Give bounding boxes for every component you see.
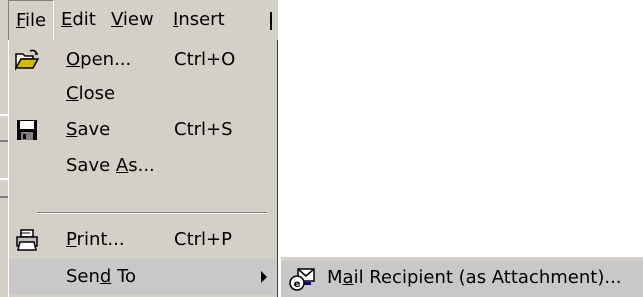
mail-envelope-icon: e: [289, 268, 315, 291]
menu-bar-cutoff: [270, 12, 272, 30]
open-mnemonic: O: [66, 49, 81, 70]
menu-item-save[interactable]: Save Ctrl+S: [9, 112, 277, 148]
menu-item-open[interactable]: Open... Ctrl+O: [9, 42, 277, 78]
send-to-label-pre: Sen: [66, 266, 100, 287]
open-shortcut: Ctrl+O: [174, 49, 236, 70]
save-as-mnemonic: A: [115, 155, 129, 176]
menu-file-label: ile: [25, 10, 47, 31]
send-to-label: To: [111, 266, 137, 287]
menu-insert[interactable]: Insert: [166, 0, 232, 40]
menu-file[interactable]: File: [8, 0, 55, 40]
send-to-submenu: e Mail Recipient (as Attachment)...: [280, 256, 643, 297]
menu-edit-label: dit: [72, 9, 96, 30]
close-label: lose: [78, 83, 116, 104]
file-menu-dropdown: Open... Ctrl+O Close Save Ctrl+S Save As…: [8, 40, 278, 297]
floppy-disk-icon: [17, 120, 37, 140]
print-mnemonic: P: [66, 229, 77, 250]
menu-item-print[interactable]: Print... Ctrl+P: [9, 222, 277, 258]
save-mnemonic: S: [66, 119, 78, 140]
menu-edit-mnemonic: E: [61, 9, 73, 30]
menu-item-send-to[interactable]: Send To: [9, 259, 277, 295]
mail-recipient-label: il Recipient (as Attachment)...: [353, 267, 622, 288]
close-mnemonic: C: [66, 83, 79, 104]
submenu-item-mail-recipient[interactable]: e Mail Recipient (as Attachment)...: [281, 261, 643, 297]
menu-file-mnemonic: F: [16, 10, 26, 31]
open-label: pen...: [80, 49, 132, 70]
menu-view-label: iew: [122, 9, 154, 30]
menu-bar: File Edit View Insert: [8, 0, 278, 40]
svg-text:e: e: [294, 279, 301, 290]
save-as-label-pre: Save: [66, 155, 116, 176]
printer-icon: [16, 229, 38, 251]
menu-item-save-as[interactable]: Save As...: [9, 148, 277, 184]
print-label: rint...: [76, 229, 125, 250]
save-label: ave: [77, 119, 111, 140]
submenu-arrow-icon: [261, 271, 267, 283]
menu-view[interactable]: View: [104, 0, 161, 40]
menu-separator: [37, 212, 267, 214]
open-folder-icon: [15, 49, 39, 71]
menu-edit[interactable]: Edit: [54, 0, 103, 40]
menu-insert-label: nsert: [178, 9, 225, 30]
mail-recipient-label-pre: M: [327, 267, 343, 288]
send-to-mnemonic: d: [99, 266, 112, 287]
menu-item-close[interactable]: Close: [9, 76, 277, 112]
mail-recipient-mnemonic: a: [342, 267, 354, 288]
print-shortcut: Ctrl+P: [174, 229, 232, 250]
menu-view-mnemonic: V: [111, 9, 123, 30]
save-shortcut: Ctrl+S: [174, 119, 233, 140]
save-as-label: s...: [128, 155, 155, 176]
